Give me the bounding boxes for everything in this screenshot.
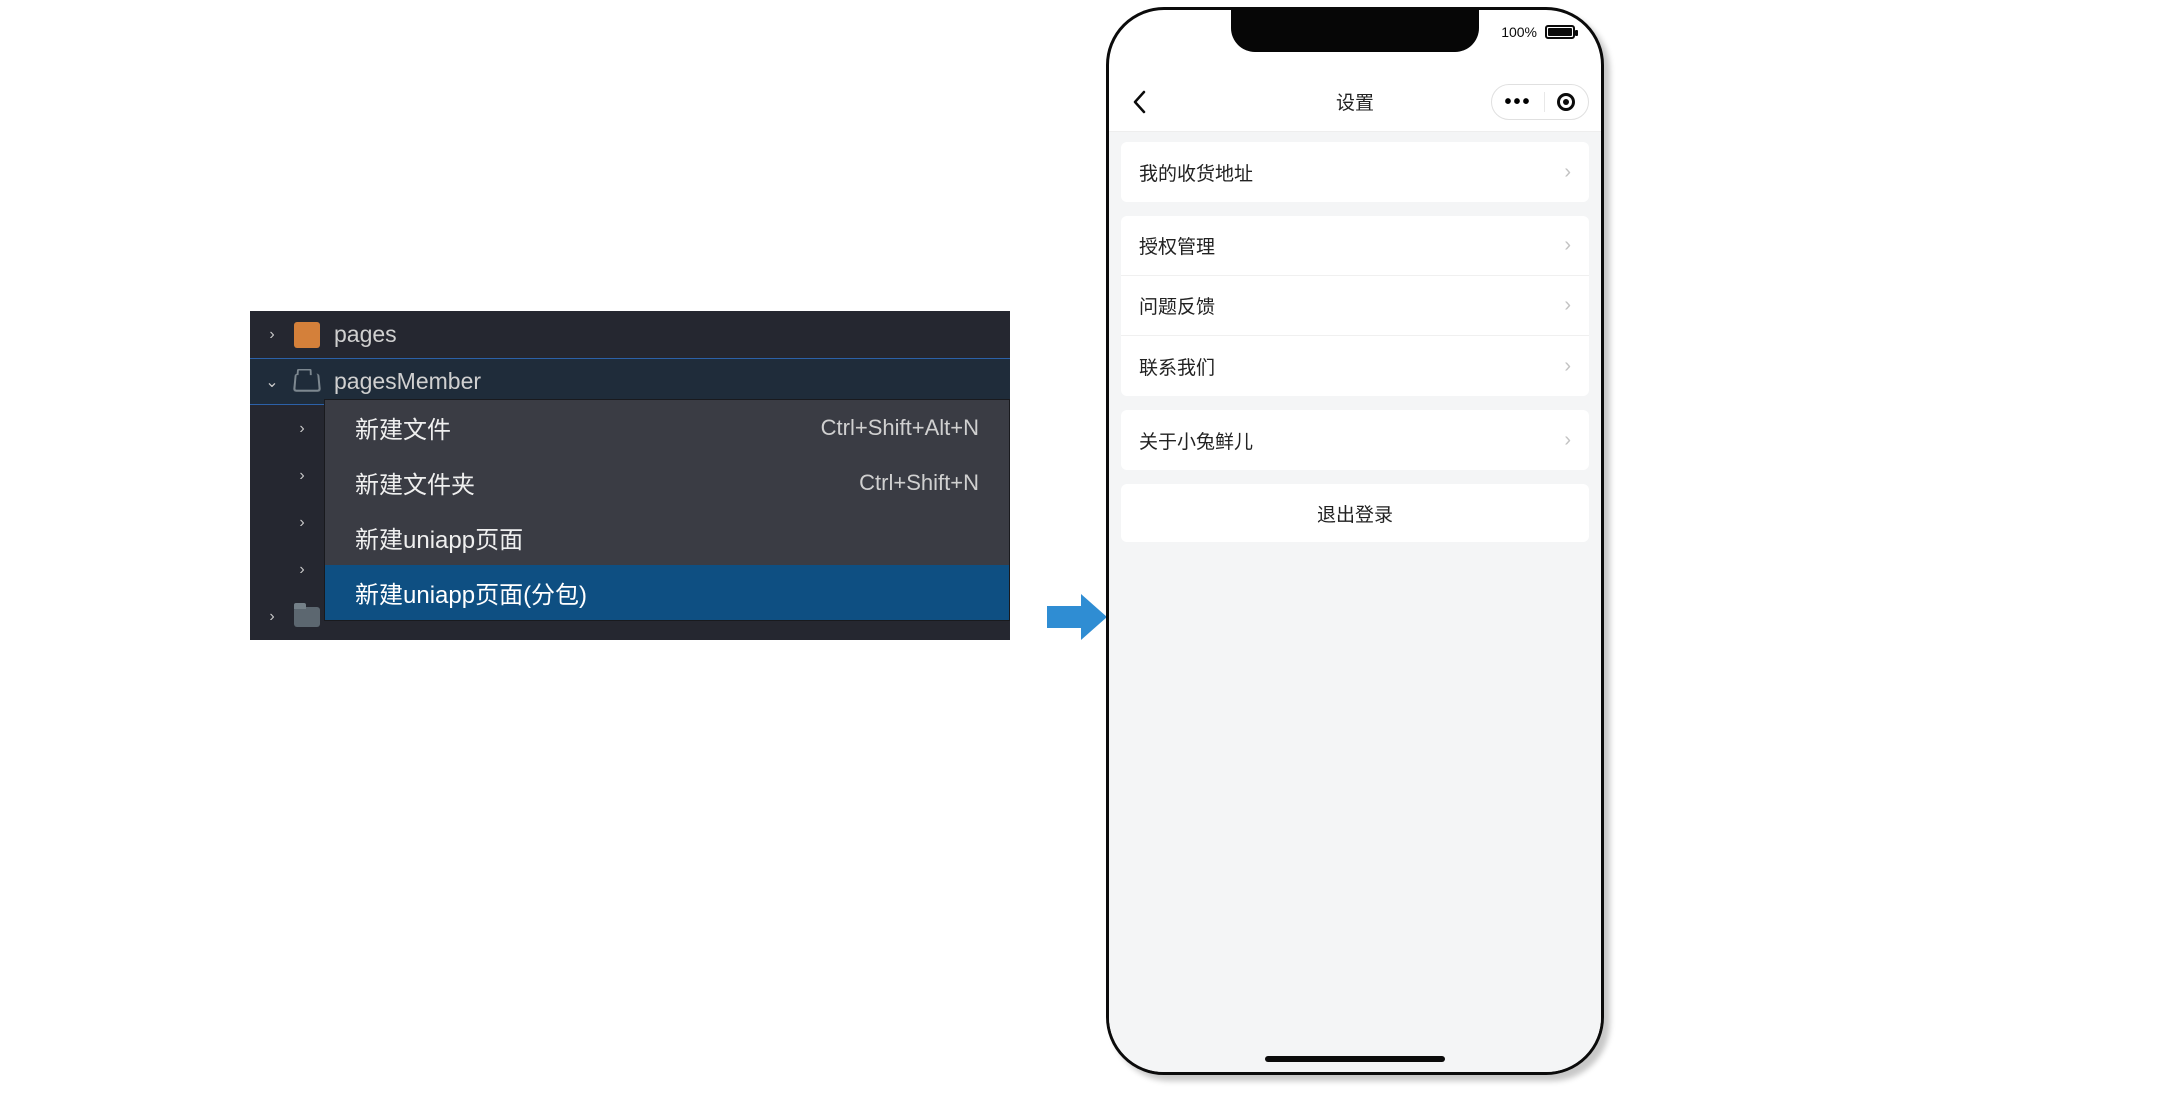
ctx-item-label: 新建文件 (355, 410, 451, 445)
ctx-item-new-uniapp-subpackage-page[interactable]: 新建uniapp页面(分包) (325, 565, 1009, 620)
tree-item-label: pagesMember (334, 368, 481, 395)
settings-group-3: 关于小兔鲜儿 › (1121, 410, 1589, 470)
navigation-bar: 设置 ••• (1109, 72, 1601, 132)
mini-program-capsule: ••• (1491, 84, 1589, 120)
chevron-right-icon: › (292, 420, 312, 438)
ctx-item-new-file[interactable]: 新建文件 Ctrl+Shift+Alt+N (325, 400, 1009, 455)
arrow-right-icon (1047, 594, 1107, 640)
chevron-right-icon: › (292, 467, 312, 485)
folder-icon (294, 322, 320, 348)
settings-group-1: 我的收货地址 › (1121, 142, 1589, 202)
chevron-right-icon: › (292, 561, 312, 579)
phone-mockup: 100% 设置 ••• 我的收货地址 › 授权管理 › (1106, 7, 1604, 1075)
cell-label: 问题反馈 (1139, 292, 1215, 319)
logout-button[interactable]: 退出登录 (1121, 484, 1589, 542)
cell-label: 我的收货地址 (1139, 159, 1253, 186)
context-menu: 新建文件 Ctrl+Shift+Alt+N 新建文件夹 Ctrl+Shift+N… (324, 399, 1010, 621)
chevron-right-icon: › (1564, 161, 1571, 184)
status-bar: 100% (1501, 24, 1575, 40)
chevron-right-icon: › (1564, 429, 1571, 452)
phone-notch (1231, 10, 1479, 52)
logout-label: 退出登录 (1317, 500, 1393, 527)
cell-shipping-address[interactable]: 我的收货地址 › (1121, 142, 1589, 202)
chevron-down-icon: ⌄ (262, 372, 282, 392)
divider (1544, 92, 1545, 112)
chevron-right-icon: › (262, 326, 282, 344)
settings-group-2: 授权管理 › 问题反馈 › 联系我们 › (1121, 216, 1589, 396)
cell-feedback[interactable]: 问题反馈 › (1121, 276, 1589, 336)
back-button[interactable] (1109, 72, 1169, 132)
ctx-item-new-folder[interactable]: 新建文件夹 Ctrl+Shift+N (325, 455, 1009, 510)
ctx-item-label: 新建uniapp页面 (355, 520, 523, 555)
ctx-item-label: 新建uniapp页面(分包) (355, 575, 587, 610)
cell-label: 授权管理 (1139, 232, 1215, 259)
ctx-item-new-uniapp-page[interactable]: 新建uniapp页面 (325, 510, 1009, 565)
page-body: 我的收货地址 › 授权管理 › 问题反馈 › 联系我们 › 关于小兔鲜儿 › (1109, 132, 1601, 1072)
menu-icon[interactable]: ••• (1504, 92, 1531, 112)
chevron-left-icon (1132, 90, 1146, 114)
tree-item-label: pages (334, 321, 397, 348)
folder-icon (294, 604, 320, 630)
chevron-right-icon: › (262, 608, 282, 626)
close-miniprogram-icon[interactable] (1557, 93, 1575, 111)
home-indicator[interactable] (1265, 1056, 1445, 1062)
cell-label: 联系我们 (1139, 353, 1215, 380)
ctx-item-label: 新建文件夹 (355, 465, 475, 500)
chevron-right-icon: › (1564, 234, 1571, 257)
chevron-right-icon: › (292, 514, 312, 532)
folder-open-icon (294, 369, 320, 395)
tree-item-pagesMember[interactable]: ⌄ pagesMember (250, 358, 1010, 405)
battery-icon (1545, 25, 1575, 39)
tree-item-pages[interactable]: › pages (250, 311, 1010, 358)
cell-contact-us[interactable]: 联系我们 › (1121, 336, 1589, 396)
ctx-item-shortcut: Ctrl+Shift+Alt+N (821, 415, 979, 441)
chevron-right-icon: › (1564, 294, 1571, 317)
ctx-item-shortcut: Ctrl+Shift+N (859, 470, 979, 496)
chevron-right-icon: › (1564, 355, 1571, 378)
page-title: 设置 (1336, 88, 1374, 115)
cell-auth-management[interactable]: 授权管理 › (1121, 216, 1589, 276)
cell-label: 关于小兔鲜儿 (1139, 427, 1253, 454)
battery-percent: 100% (1501, 24, 1537, 40)
cell-about[interactable]: 关于小兔鲜儿 › (1121, 410, 1589, 470)
